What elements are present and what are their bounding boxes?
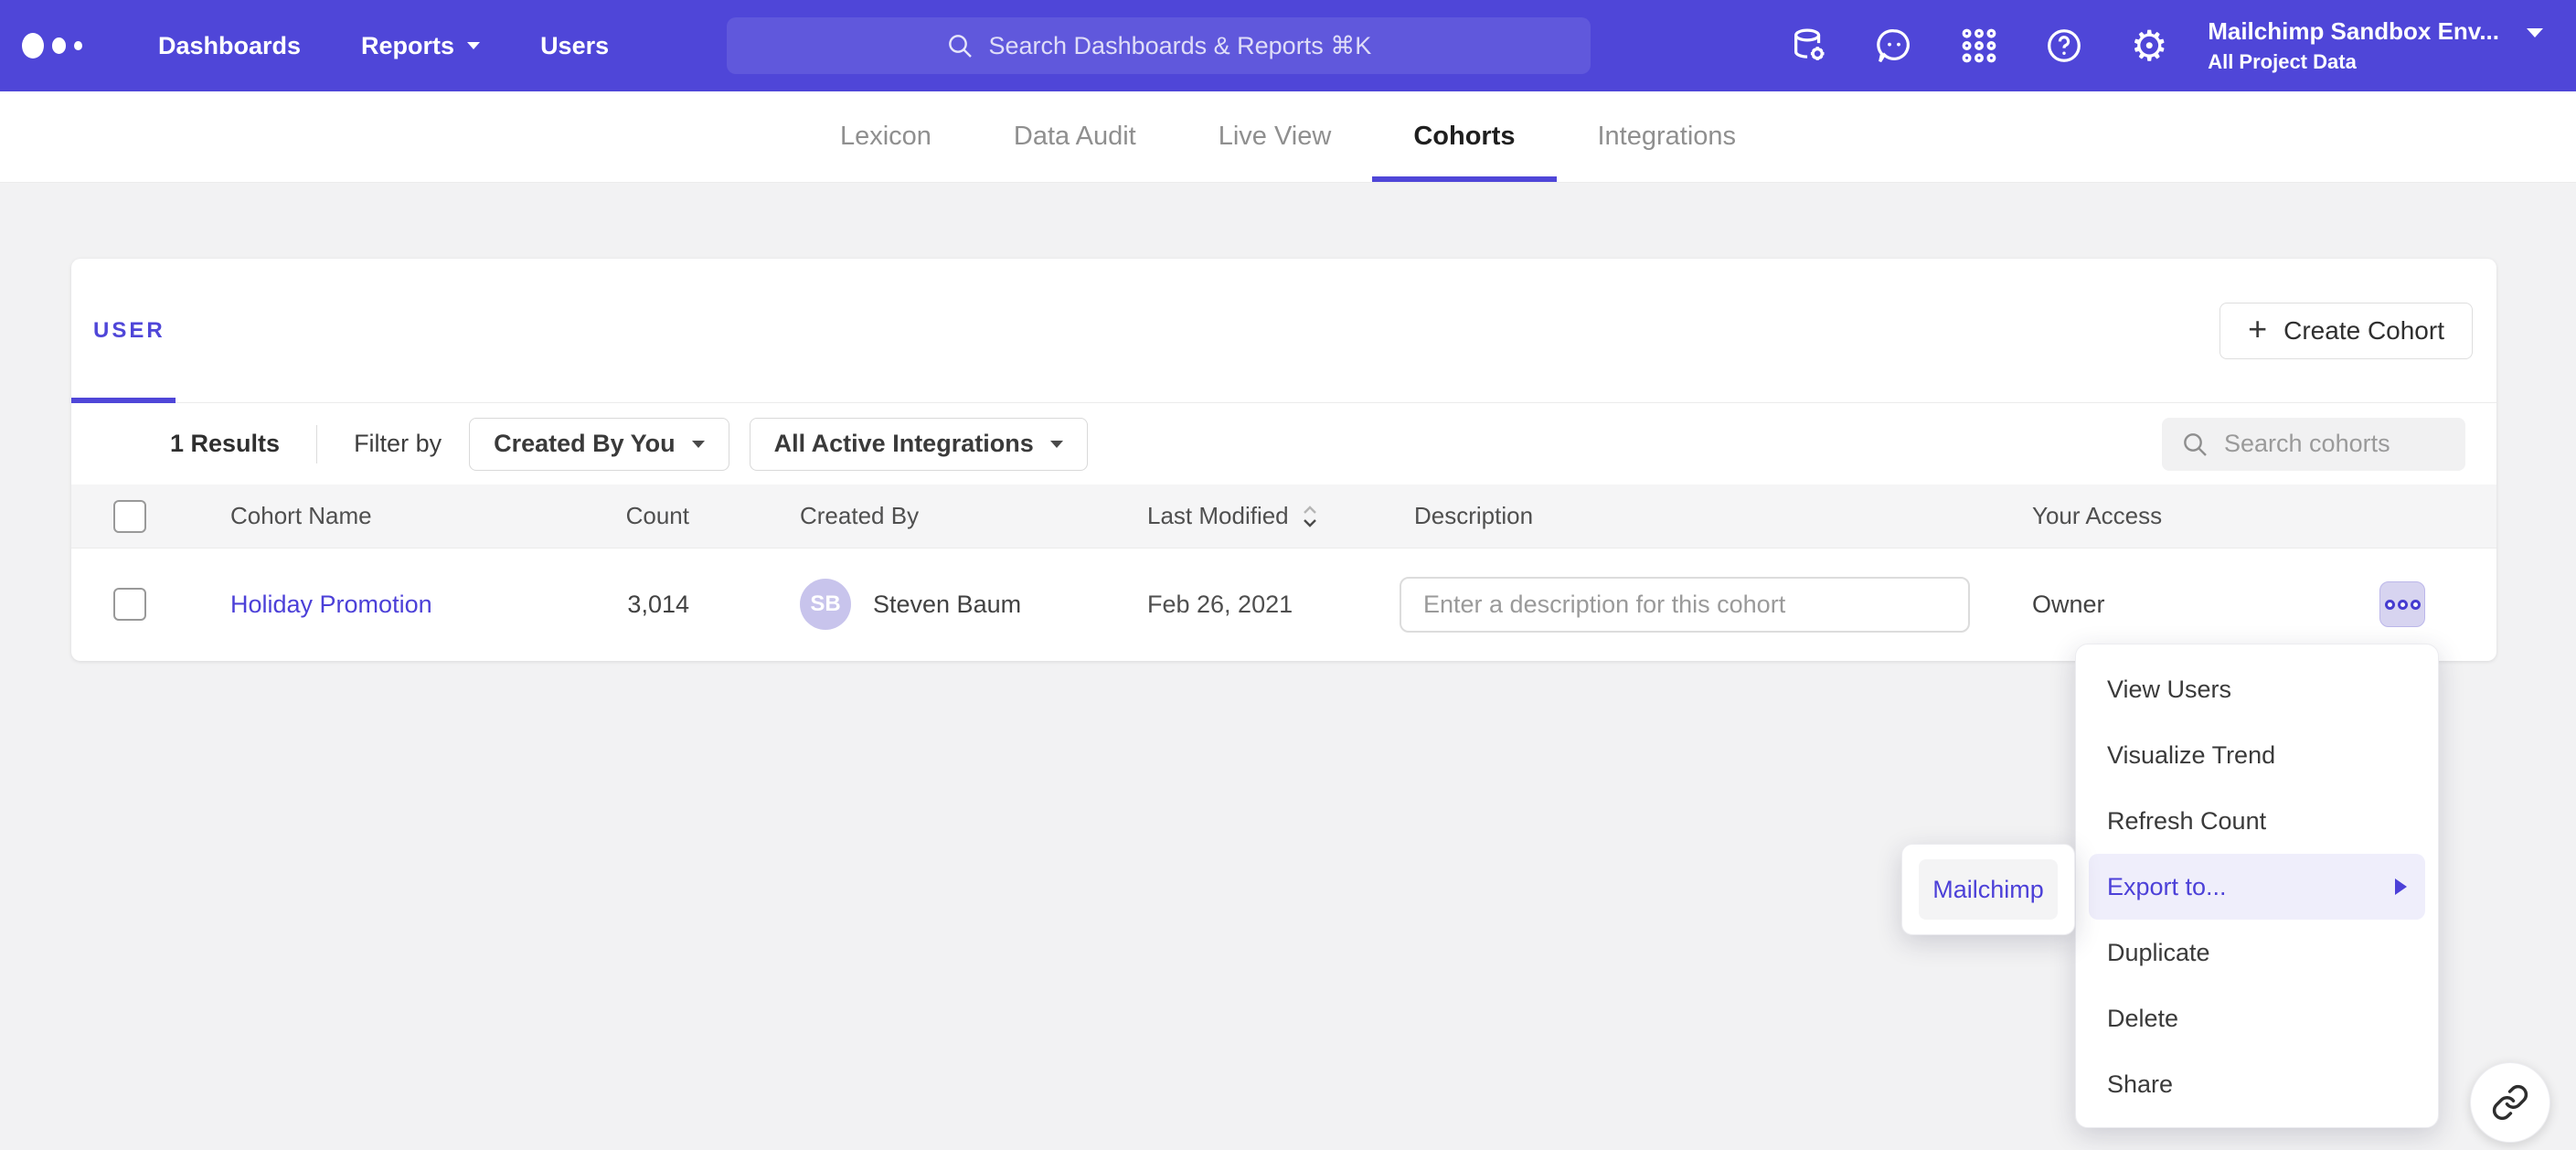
top-navbar: Dashboards Reports Users [0, 0, 2576, 91]
column-last-modified[interactable]: Last Modified [1147, 502, 1400, 530]
row-actions-button[interactable] [2379, 581, 2425, 627]
nav-item-users[interactable]: Users [510, 0, 639, 91]
row-context-menu: View Users Visualize Trend Refresh Count… [2075, 644, 2439, 1128]
project-scope: All Project Data [2208, 50, 2499, 74]
divider [316, 425, 317, 463]
project-selector[interactable]: Mailchimp Sandbox Env... All Project Dat… [2208, 17, 2499, 74]
cohort-search-input[interactable] [2224, 430, 2434, 458]
access-level: Owner [2032, 591, 2379, 619]
menu-item-visualize-trend[interactable]: Visualize Trend [2076, 722, 2438, 788]
cohort-count: 3,014 [492, 591, 689, 619]
export-submenu: Mailchimp [1901, 844, 2075, 935]
row-checkbox-cell [71, 588, 199, 621]
cohorts-card: USER + Create Cohort 1 Results Filter by… [71, 259, 2496, 661]
caret-down-icon [1050, 441, 1063, 448]
tab-live-view[interactable]: Live View [1177, 91, 1373, 182]
avatar: SB [800, 579, 851, 630]
global-search-input[interactable] [989, 32, 1373, 60]
menu-item-share[interactable]: Share [2076, 1051, 2438, 1117]
description-input[interactable] [1400, 577, 1970, 633]
submenu-item-mailchimp[interactable]: Mailchimp [1919, 859, 2058, 920]
menu-item-delete[interactable]: Delete [2076, 985, 2438, 1051]
tab-cohorts[interactable]: Cohorts [1372, 91, 1556, 182]
primary-nav: Dashboards Reports Users [128, 0, 639, 91]
sort-icon [1300, 503, 1320, 530]
tab-lexicon[interactable]: Lexicon [799, 91, 973, 182]
row-checkbox[interactable] [113, 588, 146, 621]
search-icon [945, 31, 974, 60]
nav-item-label: Dashboards [158, 32, 301, 60]
nav-item-dashboards[interactable]: Dashboards [128, 0, 331, 91]
nav-item-label: Users [540, 32, 609, 60]
help-icon[interactable] [2042, 24, 2086, 68]
table-header: Cohort Name Count Created By Last Modifi… [71, 484, 2496, 548]
results-count: 1 Results [170, 430, 280, 458]
filter-by-label: Filter by [354, 430, 442, 458]
card-header: USER + Create Cohort [71, 259, 2496, 403]
ellipsis-icon [2385, 600, 2395, 610]
created-by-cell: SB Steven Baum [800, 579, 1147, 630]
tab-user-cohorts[interactable]: USER [93, 318, 165, 344]
apps-grid-icon[interactable] [1957, 24, 2001, 68]
column-created-by: Created By [800, 502, 1147, 530]
menu-item-duplicate[interactable]: Duplicate [2076, 920, 2438, 985]
integrations-filter[interactable]: All Active Integrations [750, 418, 1088, 471]
nav-item-label: Reports [361, 32, 454, 60]
column-cohort-name: Cohort Name [199, 502, 492, 530]
global-search[interactable] [727, 17, 1591, 74]
column-description: Description [1400, 502, 2032, 530]
search-icon [2180, 430, 2209, 459]
column-count: Count [492, 502, 689, 530]
header-checkbox-cell [71, 500, 199, 533]
main-content: USER + Create Cohort 1 Results Filter by… [0, 183, 2576, 661]
created-by-filter[interactable]: Created By You [469, 418, 729, 471]
cohort-search[interactable] [2162, 418, 2465, 471]
mixpanel-logo-icon[interactable] [22, 33, 82, 59]
filter-row: 1 Results Filter by Created By You All A… [71, 403, 2496, 484]
tab-integrations[interactable]: Integrations [1557, 91, 1778, 182]
active-tab-underline [71, 398, 176, 403]
menu-item-refresh-count[interactable]: Refresh Count [2076, 788, 2438, 854]
submenu-arrow-icon [2395, 878, 2407, 895]
last-modified-date: Feb 26, 2021 [1147, 591, 1293, 619]
select-all-checkbox[interactable] [113, 500, 146, 533]
link-icon [2491, 1083, 2529, 1122]
create-cohort-button[interactable]: + Create Cohort [2219, 303, 2473, 359]
created-by-name: Steven Baum [873, 591, 1021, 619]
navbar-right-cluster: ⚙ Mailchimp Sandbox Env... All Project D… [1746, 17, 2543, 74]
cohort-name-link[interactable]: Holiday Promotion [230, 591, 432, 618]
copy-link-button[interactable] [2470, 1062, 2550, 1143]
data-management-tabs: Lexicon Data Audit Live View Cohorts Int… [0, 91, 2576, 183]
nav-item-reports[interactable]: Reports [331, 0, 510, 91]
data-management-icon[interactable] [1787, 24, 1831, 68]
project-name: Mailchimp Sandbox Env... [2208, 17, 2499, 46]
column-your-access: Your Access [2032, 502, 2379, 530]
menu-item-view-users[interactable]: View Users [2076, 656, 2438, 722]
plus-icon: + [2248, 313, 2267, 346]
tab-data-audit[interactable]: Data Audit [973, 91, 1177, 182]
cohorts-page: Dashboards Reports Users [0, 0, 2576, 1150]
caret-down-icon [467, 42, 480, 49]
settings-icon[interactable]: ⚙ [2127, 24, 2171, 68]
caret-down-icon [692, 441, 705, 448]
project-caret-icon[interactable] [2527, 37, 2543, 54]
menu-item-export-to[interactable]: Export to... [2089, 854, 2425, 920]
feedback-icon[interactable] [1872, 24, 1916, 68]
